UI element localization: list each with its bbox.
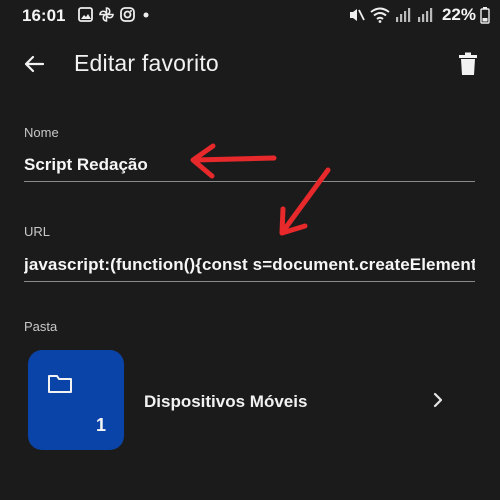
pinwheel-icon (99, 7, 114, 22)
url-field[interactable] (24, 248, 475, 282)
trash-icon (459, 52, 477, 75)
status-bar: 16:01 22% (0, 0, 500, 30)
wifi-icon (370, 7, 390, 23)
battery-percentage: 22% (441, 5, 476, 24)
name-field-label: Nome (24, 125, 59, 140)
signal-icon (417, 8, 433, 22)
folder-selector[interactable]: 1 Dispositivos Móveis (0, 350, 500, 450)
signal-icon (395, 8, 411, 22)
arrow-back-icon (24, 55, 45, 73)
mute-icon (349, 9, 365, 21)
delete-button[interactable] (454, 50, 482, 78)
battery-icon (480, 6, 490, 24)
chevron-right-icon (433, 392, 443, 408)
folder-section-label: Pasta (24, 319, 58, 334)
back-button[interactable] (20, 50, 48, 78)
status-time: 16:01 (22, 6, 66, 25)
page-title: Editar favorito (74, 50, 219, 76)
image-icon (78, 7, 93, 22)
folder-icon (48, 375, 72, 393)
dot-icon (143, 12, 149, 18)
system-status-icons: 22% (348, 5, 490, 25)
notification-icons (78, 7, 151, 22)
folder-name: Dispositivos Móveis (144, 392, 308, 411)
folder-tile: 1 (28, 350, 124, 450)
folder-item-count: 1 (95, 415, 106, 435)
url-field-label: URL (24, 224, 51, 239)
name-field[interactable] (24, 148, 475, 182)
app-bar: Editar favorito (0, 38, 500, 90)
instagram-icon (120, 7, 135, 22)
